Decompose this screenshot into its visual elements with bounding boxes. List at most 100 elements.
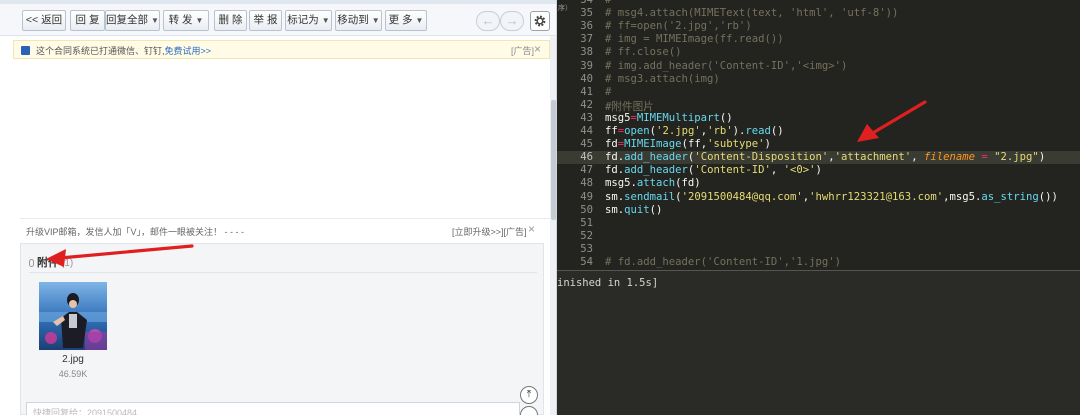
divider xyxy=(29,272,537,273)
attachment-filename[interactable]: 2.jpg xyxy=(39,354,107,365)
mark-as-button[interactable]: 标记为 ▼ xyxy=(285,10,332,31)
reply-all-button[interactable]: 回复全部 ▼ xyxy=(105,10,160,31)
quick-reply-input[interactable]: 快捷回复给：2091500484 xyxy=(26,402,520,415)
line-number: 51 xyxy=(580,216,593,229)
code-line[interactable]: 35 # msg4.attach(MIMEText(text, 'html', '… xyxy=(557,7,1080,20)
line-number: 46 xyxy=(580,151,593,164)
code-line[interactable]: 51 xyxy=(557,217,1080,230)
next-mail-button[interactable]: → xyxy=(500,11,524,31)
chevron-down-icon: ▼ xyxy=(195,16,204,25)
arrow-left-icon: ← xyxy=(481,13,495,28)
close-icon[interactable]: × xyxy=(528,222,535,236)
code-line[interactable]: 38 # ff.close() xyxy=(557,46,1080,59)
code-text: fd=MIMEImage(ff,'subtype') xyxy=(605,138,771,151)
build-output-panel: inished in 1.5s] xyxy=(557,270,1080,415)
scrollbar[interactable] xyxy=(550,36,556,415)
code-line[interactable]: 37 # img = MIMEImage(ff.read()) xyxy=(557,33,1080,46)
report-button[interactable]: 举 报 xyxy=(249,10,282,31)
code-line[interactable]: 39 # img.add_header('Content-ID','<img>') xyxy=(557,60,1080,73)
code-text: sm.sendmail('2091500484@qq.com','hwhrr12… xyxy=(605,190,1058,203)
code-text: fd.add_header('Content-ID', '<0>') xyxy=(605,164,822,177)
code-text: # xyxy=(605,85,612,98)
line-number: 38 xyxy=(580,46,593,59)
arrow-right-icon: → xyxy=(505,13,519,28)
code-text: msg5=MIMEMultipart() xyxy=(605,111,733,124)
delete-button[interactable]: 删 除 xyxy=(214,10,247,31)
code-line[interactable]: 50 sm.quit() xyxy=(557,204,1080,217)
ad-text: 这个合同系统已打通微信、钉钉,免费试用>> xyxy=(36,44,211,57)
line-number: 34 xyxy=(580,0,593,6)
code-text: # ff.close() xyxy=(605,46,682,59)
more-label: 更 多 xyxy=(388,14,413,26)
code-line[interactable]: 36 # ff=open('2.jpg','rb') xyxy=(557,20,1080,33)
line-number: 52 xyxy=(580,229,593,242)
code-line[interactable]: 47 fd.add_header('Content-ID', '<0>') xyxy=(557,164,1080,177)
line-number: 45 xyxy=(580,138,593,151)
code-text: # img.add_header('Content-ID','<img>') xyxy=(605,59,848,72)
code-line[interactable]: 45 fd=MIMEImage(ff,'subtype') xyxy=(557,138,1080,151)
attachments-header: 附件 (1) xyxy=(29,254,73,270)
line-number: 35 xyxy=(580,7,593,20)
attachment-thumbnail[interactable] xyxy=(39,282,107,350)
code-line[interactable]: 34 # xyxy=(557,0,1080,7)
divider xyxy=(20,218,550,219)
code-text: # msg4.attach(MIMEText(text, 'html', 'ut… xyxy=(605,7,899,20)
close-icon[interactable]: × xyxy=(534,42,541,56)
code-line[interactable]: 53 xyxy=(557,243,1080,256)
reply-button[interactable]: 回 复 xyxy=(70,10,105,31)
ad-link[interactable]: 免费试用>> xyxy=(165,46,212,56)
vip-upgrade-link[interactable]: [立即升级>>][广告] xyxy=(452,225,527,238)
code-line[interactable]: 41 # xyxy=(557,86,1080,99)
code-text: # msg3.attach(img) xyxy=(605,72,720,85)
arrow-up-icon: ⤒ xyxy=(526,389,532,400)
code-line[interactable]: 46 fd.add_header('Content-Disposition','a… xyxy=(557,151,1080,165)
mail-client: << 返回 回 复 回复全部 ▼ 转 发 ▼ 删 除 举 报 标记为 ▼ 移动到 ▼ 更… xyxy=(0,0,557,415)
mail-toolbar: << 返回 回 复 回复全部 ▼ 转 发 ▼ 删 除 举 报 标记为 ▼ 移动到 ▼ 更… xyxy=(0,4,556,36)
reply-all-label: 回复全部 xyxy=(106,14,149,26)
code-editor: 序） 34 #35 # msg4.attach(MIMEText(text, 'ht… xyxy=(557,0,1080,415)
more-button[interactable]: 更 多 ▼ xyxy=(385,10,427,31)
scrollbar-thumb[interactable] xyxy=(551,100,556,220)
code-line[interactable]: 49 sm.sendmail('2091500484@qq.com','hwhrr… xyxy=(557,191,1080,204)
line-number: 42 xyxy=(580,98,593,111)
prev-mail-button[interactable]: ← xyxy=(476,11,500,31)
flag-icon xyxy=(21,46,30,55)
code-text: # fd.add_header('Content-ID','1.jpg') xyxy=(605,256,841,268)
build-output-text: inished in 1.5s] xyxy=(557,277,659,289)
code-line[interactable]: 52 xyxy=(557,230,1080,243)
paperclip-icon xyxy=(29,259,34,267)
move-to-button[interactable]: 移动到 ▼ xyxy=(335,10,382,31)
code-line[interactable]: 54 # fd.add_header('Content-ID','1.jpg') xyxy=(557,256,1080,269)
move-to-label: 移动到 xyxy=(337,14,369,26)
gear-icon xyxy=(534,15,546,27)
line-number: 50 xyxy=(580,203,593,216)
forward-button[interactable]: 转 发 ▼ xyxy=(163,10,209,31)
code-text: # img = MIMEImage(ff.read()) xyxy=(605,33,784,46)
settings-button[interactable] xyxy=(530,11,550,31)
code-line[interactable]: 48 msg5.attach(fd) xyxy=(557,177,1080,190)
ad-message: 这个合同系统已打通微信、钉钉, xyxy=(36,46,165,56)
chevron-down-icon: ▼ xyxy=(415,16,424,25)
code-line[interactable]: 42 #附件图片 xyxy=(557,98,1080,113)
back-to-top-button[interactable]: ⤒ xyxy=(520,386,538,404)
ad-tag: [广告] xyxy=(511,46,535,56)
line-number: 53 xyxy=(580,242,593,255)
chevron-down-icon: ▼ xyxy=(321,16,330,25)
line-number: 49 xyxy=(580,190,593,203)
code-text: fd.add_header('Content-Disposition','att… xyxy=(605,151,1046,164)
code-line[interactable]: 44 ff=open('2.jpg','rb').read() xyxy=(557,125,1080,138)
back-button[interactable]: << 返回 xyxy=(22,10,66,31)
code-line[interactable]: 40 # msg3.attach(img) xyxy=(557,73,1080,86)
line-number: 36 xyxy=(580,20,593,33)
chevron-down-icon: ▼ xyxy=(151,16,159,25)
attachment-filesize: 46.59K xyxy=(58,369,88,379)
code-text: sm.quit() xyxy=(605,203,663,216)
attachments-count: (1) xyxy=(61,258,74,269)
code-line[interactable]: 43 msg5=MIMEMultipart() xyxy=(557,112,1080,125)
chevron-down-icon: ▼ xyxy=(371,16,380,25)
attachments-panel: 附件 (1) 2.jpg 46.59K xyxy=(20,243,544,415)
photo-image xyxy=(39,282,107,350)
code-text: # ff=open('2.jpg','rb') xyxy=(605,20,752,33)
vip-banner: 升级VIP邮箱，发信人加「V」，邮件一眼被关注！ - - - - [立即升级>>… xyxy=(20,222,550,238)
line-number: 41 xyxy=(580,85,593,98)
